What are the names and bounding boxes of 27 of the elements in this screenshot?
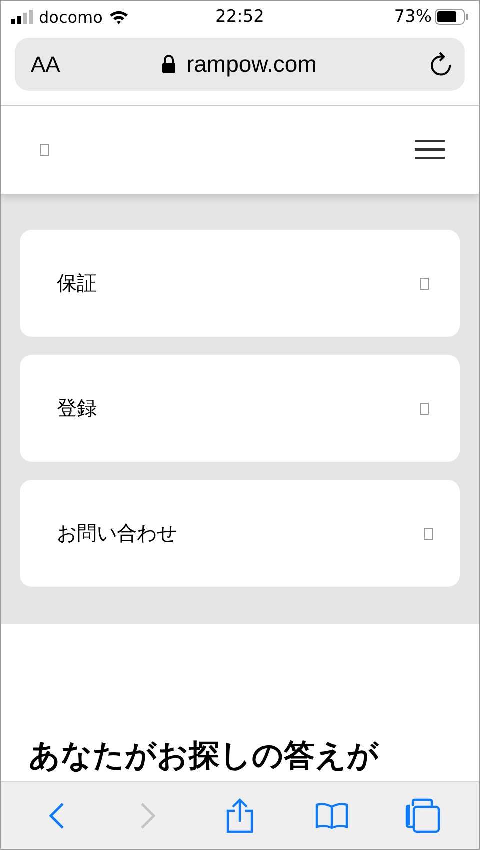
section-heading: あなたがお探しの答えが	[29, 738, 380, 776]
battery-percent: 73%	[394, 7, 432, 27]
reload-icon[interactable]	[428, 52, 453, 78]
empty-box-icon	[420, 278, 429, 290]
url-text: rampow.com	[186, 51, 317, 78]
lock-icon	[162, 55, 176, 74]
menu-icon[interactable]	[415, 140, 445, 160]
menu-card[interactable]: 保証	[20, 230, 460, 337]
menu-card[interactable]: お問い合わせ	[20, 480, 460, 587]
share-icon[interactable]	[224, 798, 255, 834]
empty-box-icon	[420, 402, 429, 414]
empty-box-icon[interactable]	[40, 144, 49, 156]
signal-icon	[11, 10, 33, 24]
clock-time: 22:52	[216, 7, 264, 27]
menu-label: 登録	[57, 395, 97, 422]
book-icon[interactable]	[314, 802, 349, 830]
menu-label: 保証	[57, 270, 97, 297]
text-size-button[interactable]: AA	[31, 52, 60, 78]
menu-card[interactable]: 登録	[20, 355, 460, 462]
back-icon[interactable]	[48, 802, 65, 830]
wifi-icon	[108, 10, 129, 24]
address-bar[interactable]: AA rampow.com	[15, 38, 465, 91]
tabs-icon[interactable]	[405, 798, 442, 834]
menu-label: お問い合わせ	[57, 520, 177, 547]
empty-box-icon	[424, 528, 433, 540]
battery-icon	[435, 9, 469, 25]
carrier-name: docomo	[39, 8, 103, 26]
